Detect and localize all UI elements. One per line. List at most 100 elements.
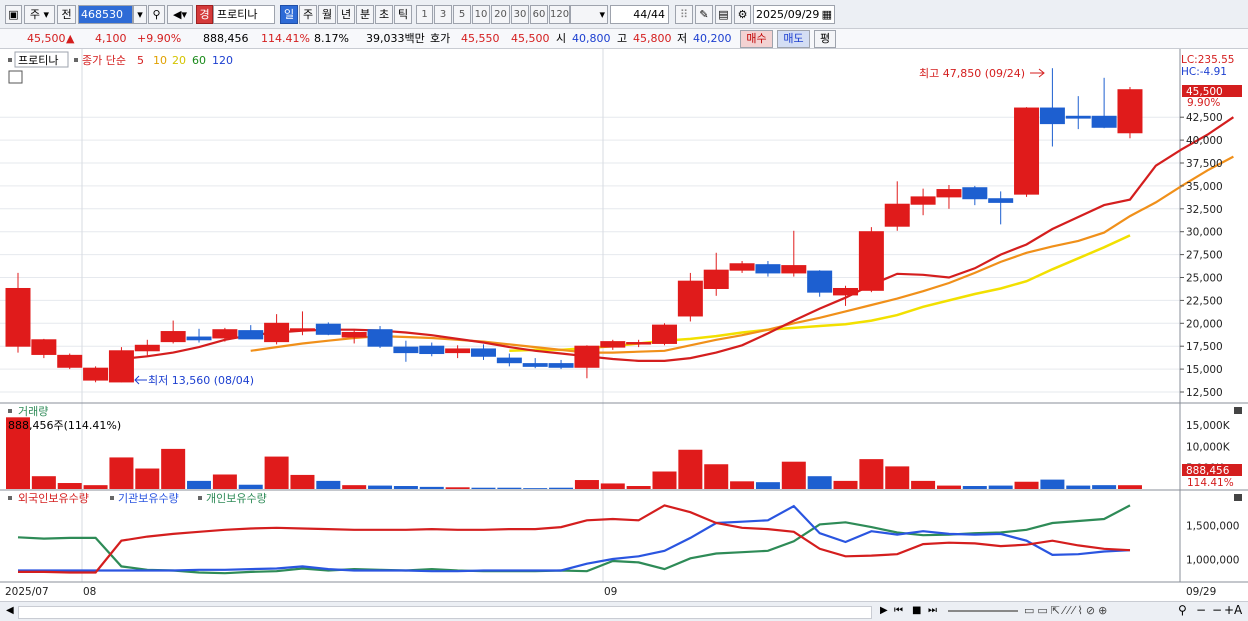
interval-tab-2[interactable]: 월: [318, 5, 336, 24]
candle-body-42: [1091, 115, 1117, 128]
candle-body-9: [238, 330, 264, 340]
candle-body-13: [341, 331, 367, 338]
candle-body-30: [781, 265, 807, 274]
flow-title-institution: 기관보유수량: [118, 492, 179, 505]
interval-tab-0[interactable]: 일: [280, 5, 298, 24]
volume-bar-16: [419, 486, 444, 489]
volume-bar-4: [109, 457, 134, 489]
count-field[interactable]: 44/44: [610, 5, 669, 24]
candle-body-6: [160, 331, 186, 343]
volume-bar-26: [678, 449, 703, 489]
period-type-select[interactable]: 주 ▾: [24, 5, 55, 24]
candle-body-1: [31, 339, 57, 355]
font-size-icon[interactable]: A: [1234, 603, 1242, 617]
flow-handle-icon-3: [198, 496, 202, 500]
minute-tab-0[interactable]: 1: [416, 5, 433, 24]
forward-icon[interactable]: ⏭: [928, 605, 937, 616]
bid-label: 호가: [430, 32, 451, 45]
zoom-out-icon[interactable]: −: [1196, 603, 1206, 617]
volume-bar-3: [83, 485, 108, 489]
flow-title-foreign: 외국인보유수량: [18, 492, 89, 505]
volume-bar-17: [445, 487, 470, 489]
interval-tab-6[interactable]: 틱: [394, 5, 412, 24]
volume-bar-20: [523, 488, 548, 489]
price-tick-7: 30,000: [1186, 227, 1223, 239]
sell-button[interactable]: 매도: [777, 30, 810, 48]
minute-tab-6[interactable]: 60: [530, 5, 548, 24]
window-icon[interactable]: ▣: [5, 5, 22, 24]
minute-tab-2[interactable]: 5: [453, 5, 471, 24]
volume-bar-36: [936, 485, 961, 489]
volume-tag-percent: 114.41%: [1187, 477, 1234, 489]
candle-body-7: [186, 336, 212, 341]
low-price: 40,200: [693, 32, 732, 45]
zoom-icon[interactable]: ⚲: [1178, 603, 1187, 617]
settings-gear-icon[interactable]: ⚙: [734, 5, 751, 24]
status-bar: ◀ ▶ ⏮ ■ ⏭ ▭▭⇱⁄⁄⁄⌇⊘⊕ ⚲ − − + A: [0, 601, 1248, 621]
minus-icon[interactable]: −: [1212, 603, 1222, 617]
volume-value: 888,456: [203, 32, 249, 45]
horizontal-scrollbar[interactable]: [18, 606, 872, 619]
legend-ma10: 10: [153, 54, 167, 67]
candle-body-23: [600, 341, 626, 348]
buy-button[interactable]: 매수: [740, 30, 773, 48]
chart-area[interactable]: 12,500 15,000 17,500 20,000 22,500 25,000 27,5…: [0, 49, 1248, 601]
interval-tab-1[interactable]: 주: [299, 5, 317, 24]
legend-ma60: 60: [192, 54, 206, 67]
minute-tab-1[interactable]: 3: [434, 5, 452, 24]
candle-body-34: [884, 203, 910, 227]
custom-period-select[interactable]: ▾: [570, 5, 608, 24]
save-icon[interactable]: ▤: [715, 5, 732, 24]
link-icon[interactable]: ⠿: [675, 5, 693, 24]
candle-body-24: [626, 342, 652, 345]
candle-body-31: [807, 270, 833, 293]
interval-tab-3[interactable]: 년: [337, 5, 355, 24]
scroll-right-icon[interactable]: ▶: [880, 605, 888, 616]
minute-tab-7[interactable]: 120: [549, 5, 570, 24]
flow-tick-1: 1,500,000: [1186, 521, 1239, 533]
date-field[interactable]: 2025/09/29 ▦: [753, 5, 835, 24]
average-button[interactable]: 평: [814, 30, 836, 48]
time-label-2: 09: [604, 586, 617, 598]
calendar-icon[interactable]: ▦: [822, 6, 832, 23]
scroll-left-icon[interactable]: ◀: [6, 605, 14, 616]
open-label: 시: [556, 32, 567, 45]
code-dropdown-icon[interactable]: ▾: [133, 5, 147, 24]
min-price-label: 최저 13,560 (08/04): [148, 374, 254, 387]
toolbar: ▣ 주 ▾ 전 ▾ ⚲ ◀▾ 경 프로티나 일주월년분초틱 1351020306…: [0, 0, 1248, 29]
rewind-icon[interactable]: ⏮: [894, 605, 903, 616]
candle-body-4: [108, 350, 134, 383]
minute-tab-4[interactable]: 20: [491, 5, 510, 24]
plus-icon[interactable]: +: [1224, 603, 1234, 617]
speaker-icon[interactable]: ◀▾: [167, 5, 193, 24]
zoom-slider[interactable]: [948, 610, 1018, 612]
draw-icon[interactable]: ✎: [695, 5, 713, 24]
change-value: 4,100: [95, 32, 127, 45]
trade-amount: 39,033백만: [366, 32, 425, 45]
minute-tab-3[interactable]: 10: [472, 5, 490, 24]
stock-code-input[interactable]: [78, 5, 133, 24]
candle-body-43: [1117, 89, 1143, 134]
low-label: 저: [677, 32, 688, 45]
price-tick-11: 40,000: [1186, 135, 1223, 147]
flow-axis-labels: 1,000,000 1,500,000: [1186, 521, 1239, 567]
open-price: 40,800: [572, 32, 611, 45]
prev-button[interactable]: 전: [57, 5, 76, 24]
candle-body-36: [936, 189, 962, 198]
minute-tab-5[interactable]: 30: [511, 5, 529, 24]
interval-tab-4[interactable]: 분: [356, 5, 374, 24]
candle-body-32: [833, 287, 859, 296]
search-icon[interactable]: ⚲: [148, 5, 165, 24]
volume-bar-8: [212, 474, 237, 489]
stop-icon[interactable]: ■: [912, 605, 921, 616]
period-type-value: 주: [29, 8, 41, 21]
candle-body-2: [57, 354, 83, 368]
panel-handle-icon: [8, 58, 12, 62]
candle-body-16: [419, 345, 445, 355]
volume-bar-21: [549, 487, 574, 489]
drawing-tools-icon[interactable]: ▭▭⇱⁄⁄⁄⌇⊘⊕: [1024, 604, 1110, 617]
turnover-rate: 8.17%: [314, 32, 349, 45]
count-value: 44: [633, 8, 648, 21]
interval-tab-5[interactable]: 초: [375, 5, 393, 24]
chart-svg[interactable]: 12,500 15,000 17,500 20,000 22,500 25,000 27,5…: [0, 49, 1248, 601]
